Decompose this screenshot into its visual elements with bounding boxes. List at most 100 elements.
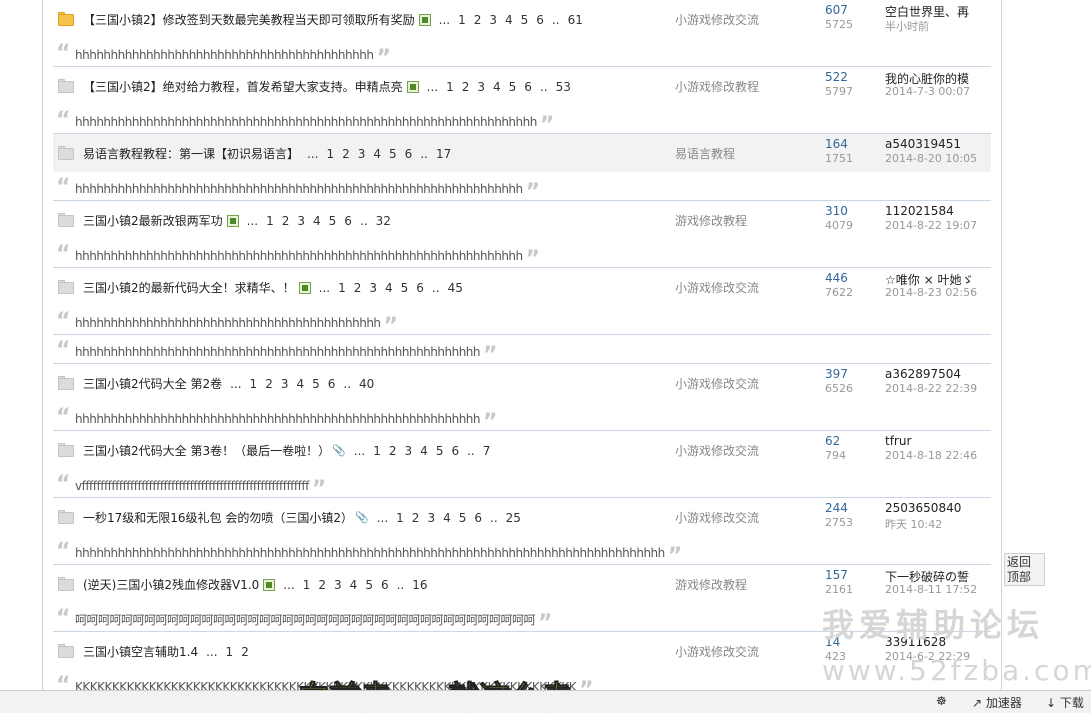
thread-forum-link[interactable]: 游戏修改教程 <box>675 212 747 229</box>
page-link[interactable]: 5 <box>389 147 397 161</box>
thread-forum-link[interactable]: 游戏修改教程 <box>675 576 747 593</box>
thread-title[interactable]: 三国小镇空言辅助1.4 <box>83 643 198 660</box>
thread-row[interactable]: 三国小镇2代码大全 第3卷！（最后一卷啦！） 📎 ... 1 2 3 4 5 6.. 7 小游… <box>53 431 991 469</box>
page-link[interactable]: 6 <box>405 147 413 161</box>
last-post-time[interactable]: 2014-7-3 00:07 <box>885 85 970 98</box>
thread-title[interactable]: 三国小镇2的最新代码大全！求精华、！ <box>83 279 295 296</box>
page-link[interactable]: 5 <box>401 281 409 295</box>
page-link[interactable]: 5 <box>329 214 337 228</box>
page-link[interactable]: 45 <box>448 281 463 295</box>
thread-row[interactable]: 三国小镇2最新改银两军功 ... 1 2 3 4 5 6.. 32 游戏修改教程 310 40… <box>53 201 991 239</box>
reply-count[interactable]: 446 <box>825 271 848 285</box>
reply-count[interactable]: 310 <box>825 204 848 218</box>
thread-title[interactable]: 【三国小镇2】修改签到天数最完美教程当天即可领取所有奖励 <box>83 11 415 28</box>
page-link[interactable]: 17 <box>436 147 451 161</box>
page-link[interactable]: 3 <box>369 281 377 295</box>
thread-row[interactable]: 易语言教程教程：第一课【初识易语言】 ... 1 2 3 4 5 6.. 17 易语言教程 1… <box>53 134 991 172</box>
page-link[interactable]: 3 <box>477 80 485 94</box>
page-link[interactable]: 61 <box>568 13 583 27</box>
page-link[interactable]: 40 <box>359 377 374 391</box>
page-link[interactable]: 1 <box>373 444 381 458</box>
last-post-time[interactable]: 半小时前 <box>885 18 929 34</box>
page-link[interactable]: 2 <box>474 13 482 27</box>
page-link[interactable]: 2 <box>318 578 326 592</box>
thread-forum-link[interactable]: 小游戏修改交流 <box>675 279 759 296</box>
last-post-time[interactable]: 2014-8-18 22:46 <box>885 449 977 462</box>
page-link[interactable]: 2 <box>241 645 249 659</box>
page-link[interactable]: 2 <box>354 281 362 295</box>
last-post-time[interactable]: 2014-8-23 02:56 <box>885 286 977 299</box>
thread-forum-link[interactable]: 小游戏修改交流 <box>675 375 759 392</box>
thread-title[interactable]: 一秒17级和无限16级礼包 会的勿喷（三国小镇2） <box>83 509 353 526</box>
page-link[interactable]: 2 <box>462 80 470 94</box>
reply-count[interactable]: 397 <box>825 367 848 381</box>
page-link[interactable]: 1 <box>338 281 346 295</box>
page-link[interactable]: 2 <box>342 147 350 161</box>
page-link[interactable]: 16 <box>412 578 427 592</box>
reply-count[interactable]: 164 <box>825 137 848 151</box>
page-link[interactable]: 4 <box>296 377 304 391</box>
page-link[interactable]: 4 <box>313 214 321 228</box>
page-link[interactable]: 32 <box>376 214 391 228</box>
page-link[interactable]: 7 <box>483 444 491 458</box>
thread-row[interactable]: 三国小镇2代码大全 第2卷 ... 1 2 3 4 5 6.. 40 小游戏修改交流 397 … <box>53 364 991 402</box>
page-link[interactable]: 2 <box>412 511 420 525</box>
page-link[interactable]: 4 <box>443 511 451 525</box>
last-post-time[interactable]: 2014-8-11 17:52 <box>885 583 977 596</box>
reply-count[interactable]: 607 <box>825 3 848 17</box>
network-icon[interactable]: ☸ <box>936 694 947 708</box>
thread-row[interactable]: 三国小镇2的最新代码大全！求精华、！ ... 1 2 3 4 5 6.. 45 小游戏修改交流… <box>53 268 991 306</box>
last-poster[interactable]: 2503650840 <box>885 501 961 515</box>
page-link[interactable]: 5 <box>509 80 517 94</box>
page-link[interactable]: 5 <box>459 511 467 525</box>
page-link[interactable]: 1 <box>226 645 234 659</box>
page-link[interactable]: 3 <box>334 578 342 592</box>
page-link[interactable]: 3 <box>489 13 497 27</box>
page-link[interactable]: 6 <box>524 80 532 94</box>
page-link[interactable]: 4 <box>420 444 428 458</box>
accelerator-button[interactable]: ↗ 加速器 <box>972 694 1022 711</box>
page-link[interactable]: 4 <box>505 13 513 27</box>
page-link[interactable]: 53 <box>556 80 571 94</box>
download-button[interactable]: ↓ 下载 <box>1046 694 1084 711</box>
thread-forum-link[interactable]: 小游戏修改教程 <box>675 78 759 95</box>
page-link[interactable]: 3 <box>281 377 289 391</box>
thread-forum-link[interactable]: 小游戏修改交流 <box>675 442 759 459</box>
page-link[interactable]: 6 <box>536 13 544 27</box>
thread-title[interactable]: 三国小镇2代码大全 第2卷 <box>83 375 222 392</box>
last-post-time[interactable]: 2014-8-22 19:07 <box>885 219 977 232</box>
page-link[interactable]: 6 <box>474 511 482 525</box>
thread-title[interactable]: 三国小镇2最新改银两军功 <box>83 212 223 229</box>
thread-forum-link[interactable]: 小游戏修改交流 <box>675 11 759 28</box>
page-link[interactable]: 5 <box>365 578 373 592</box>
page-link[interactable]: 1 <box>326 147 334 161</box>
thread-forum-link[interactable]: 小游戏修改交流 <box>675 643 759 660</box>
thread-title[interactable]: 易语言教程教程：第一课【初识易语言】 <box>83 145 299 162</box>
last-poster[interactable]: a540319451 <box>885 137 961 151</box>
reply-count[interactable]: 244 <box>825 501 848 515</box>
thread-forum-link[interactable]: 易语言教程 <box>675 145 735 162</box>
page-link[interactable]: 1 <box>396 511 404 525</box>
reply-count[interactable]: 62 <box>825 434 840 448</box>
page-link[interactable]: 25 <box>506 511 521 525</box>
page-link[interactable]: 1 <box>458 13 466 27</box>
thread-title[interactable]: 三国小镇2代码大全 第3卷！（最后一卷啦！） <box>83 442 330 459</box>
page-link[interactable]: 1 <box>250 377 258 391</box>
reply-count[interactable]: 522 <box>825 70 848 84</box>
last-post-time[interactable]: 2014-8-20 10:05 <box>885 152 977 165</box>
thread-forum-link[interactable]: 小游戏修改交流 <box>675 509 759 526</box>
page-link[interactable]: 4 <box>385 281 393 295</box>
page-link[interactable]: 5 <box>521 13 529 27</box>
page-link[interactable]: 6 <box>451 444 459 458</box>
page-link[interactable]: 6 <box>416 281 424 295</box>
page-link[interactable]: 1 <box>303 578 311 592</box>
page-link[interactable]: 3 <box>427 511 435 525</box>
page-link[interactable]: 3 <box>358 147 366 161</box>
page-link[interactable]: 4 <box>350 578 358 592</box>
page-link[interactable]: 1 <box>446 80 454 94</box>
page-link[interactable]: 5 <box>312 377 320 391</box>
page-link[interactable]: 6 <box>381 578 389 592</box>
last-poster[interactable]: tfrur <box>885 434 911 448</box>
reply-count[interactable]: 157 <box>825 568 848 582</box>
last-post-time[interactable]: 2014-8-22 22:39 <box>885 382 977 395</box>
